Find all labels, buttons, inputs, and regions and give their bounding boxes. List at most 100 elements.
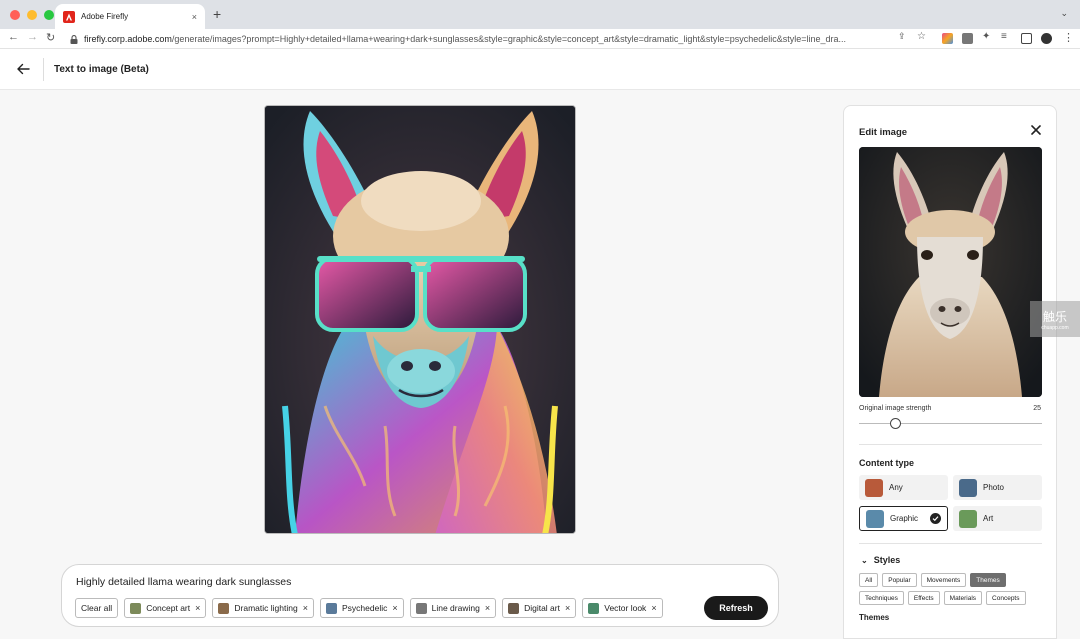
content-type-thumbnail — [866, 509, 884, 528]
refresh-button[interactable]: Refresh — [704, 596, 768, 620]
styles-section-toggle[interactable]: ⌄ Styles — [861, 555, 900, 565]
content-type-thumbnail — [959, 509, 977, 528]
lock-icon — [70, 34, 78, 44]
clear-all-label: Clear all — [81, 603, 113, 613]
reading-list-icon[interactable]: ≡ — [1001, 31, 1007, 42]
styles-title: Styles — [873, 555, 901, 565]
content-type-photo[interactable]: Photo — [953, 475, 1042, 500]
tab-list-chevron-icon[interactable]: ⌄ — [1060, 8, 1068, 19]
url-path: /generate/images?prompt=Highly+detailed+… — [171, 34, 847, 44]
reload-icon[interactable]: ↻ — [46, 31, 55, 44]
chip-label: Psychedelic — [341, 603, 388, 613]
bookmark-star-icon[interactable]: ☆ — [917, 31, 926, 42]
content-type-graphic[interactable]: Graphic — [859, 506, 948, 531]
style-tab-materials[interactable]: Materials — [943, 591, 983, 605]
style-tab-concepts[interactable]: Concepts — [986, 591, 1026, 605]
content-type-label: Art — [983, 514, 994, 523]
forward-nav-icon[interactable]: → — [27, 31, 38, 43]
clear-all-button[interactable]: Clear all — [75, 598, 119, 618]
chip-label: Concept art — [146, 603, 191, 613]
chip-label: Digital art — [524, 603, 560, 613]
browser-tab[interactable]: Adobe Firefly × — [55, 4, 205, 29]
content-type-any[interactable]: Any — [859, 475, 948, 500]
chip-concept-art[interactable]: Concept art × — [124, 598, 207, 618]
window-controls — [10, 10, 54, 20]
share-icon[interactable]: ⇪ — [898, 31, 906, 42]
chip-label: Vector look — [604, 603, 647, 613]
header-divider — [43, 58, 44, 81]
style-tab-themes[interactable]: Themes — [970, 573, 1006, 587]
chip-thumbnail — [218, 602, 230, 614]
checkmark-icon — [930, 513, 941, 524]
content-type-label: Graphic — [890, 514, 919, 523]
prompt-input[interactable]: Highly detailed llama wearing dark sungl… — [76, 576, 291, 588]
style-tab-all[interactable]: All — [859, 573, 879, 587]
chip-line-drawing[interactable]: Line drawing × — [409, 598, 497, 618]
themes-section-title: Themes — [859, 613, 890, 622]
style-tab-techniques[interactable]: Techniques — [859, 591, 904, 605]
url-host: firefly.corp.adobe.com — [84, 34, 172, 44]
chip-vector-look[interactable]: Vector look × — [582, 598, 663, 618]
browser-tabbar: Adobe Firefly × + ⌄ — [0, 0, 1080, 29]
extension-z-icon[interactable] — [962, 33, 973, 44]
extension-color-icon[interactable] — [942, 33, 953, 44]
reference-image[interactable] — [859, 147, 1042, 397]
style-chips: Clear all Concept art × Dramatic lighting… — [75, 598, 663, 618]
edit-image-panel: Edit image Original image strength 25 Co… — [843, 105, 1057, 639]
minimize-window-button[interactable] — [27, 10, 37, 20]
close-tab-icon[interactable]: × — [192, 12, 197, 22]
style-tabs-row-2: Techniques Effects Materials Concepts — [859, 591, 1026, 605]
profile-avatar-icon[interactable] — [1041, 33, 1052, 44]
close-window-button[interactable] — [10, 10, 20, 20]
content-type-label: Any — [889, 483, 903, 492]
remove-chip-icon[interactable]: × — [565, 603, 570, 613]
content-type-thumbnail — [865, 478, 883, 497]
remove-chip-icon[interactable]: × — [485, 603, 490, 613]
divider — [859, 543, 1042, 544]
extensions-puzzle-icon[interactable]: ✦ — [982, 31, 990, 42]
chip-thumbnail — [508, 602, 520, 614]
style-tabs-row-1: All Popular Movements Themes — [859, 573, 1006, 587]
back-nav-icon[interactable]: ← — [8, 31, 19, 43]
close-panel-icon[interactable] — [1030, 124, 1042, 136]
new-tab-button[interactable]: + — [213, 6, 221, 22]
strength-slider-handle[interactable] — [889, 418, 901, 429]
chip-thumbnail — [325, 602, 337, 614]
address-bar[interactable]: firefly.corp.adobe.com/generate/images?p… — [64, 31, 906, 47]
content-type-thumbnail — [959, 478, 977, 497]
chip-thumbnail — [588, 602, 600, 614]
back-arrow-icon[interactable] — [14, 60, 32, 78]
remove-chip-icon[interactable]: × — [195, 603, 200, 613]
panel-title: Edit image — [859, 127, 908, 138]
strength-value: 25 — [1033, 405, 1041, 412]
remove-chip-icon[interactable]: × — [303, 603, 308, 613]
style-tab-popular[interactable]: Popular — [882, 573, 917, 587]
style-tab-effects[interactable]: Effects — [907, 591, 940, 605]
remove-chip-icon[interactable]: × — [392, 603, 397, 613]
chip-dramatic-lighting[interactable]: Dramatic lighting × — [212, 598, 314, 618]
chip-label: Dramatic lighting — [234, 603, 298, 613]
content-type-title: Content type — [859, 458, 914, 468]
strength-slider-track[interactable] — [859, 423, 1042, 424]
generated-image[interactable] — [264, 105, 576, 534]
content-type-art[interactable]: Art — [953, 506, 1042, 531]
browser-toolbar: ← → ↻ firefly.corp.adobe.com/generate/im… — [0, 29, 1080, 49]
style-tab-movements[interactable]: Movements — [920, 573, 967, 587]
sidepanel-icon[interactable] — [1021, 33, 1032, 44]
content-type-label: Photo — [983, 483, 1004, 492]
watermark-subtext: chuapp.com — [1041, 324, 1069, 331]
chip-psychedelic[interactable]: Psychedelic × — [319, 598, 404, 618]
chevron-down-icon: ⌄ — [861, 555, 868, 565]
maximize-window-button[interactable] — [44, 10, 54, 20]
strength-label: Original image strength — [859, 405, 932, 412]
chip-thumbnail — [130, 602, 142, 614]
watermark-text: 触乐 — [1042, 309, 1067, 324]
app-header: Text to image (Beta) — [0, 49, 1080, 90]
tab-title: Adobe Firefly — [81, 12, 129, 21]
more-menu-icon[interactable]: ⋮ — [1063, 31, 1074, 44]
chip-thumbnail — [415, 602, 427, 614]
remove-chip-icon[interactable]: × — [651, 603, 656, 613]
chip-digital-art[interactable]: Digital art × — [502, 598, 577, 618]
prompt-bar: Highly detailed llama wearing dark sungl… — [61, 564, 779, 627]
chip-label: Line drawing — [431, 603, 480, 613]
